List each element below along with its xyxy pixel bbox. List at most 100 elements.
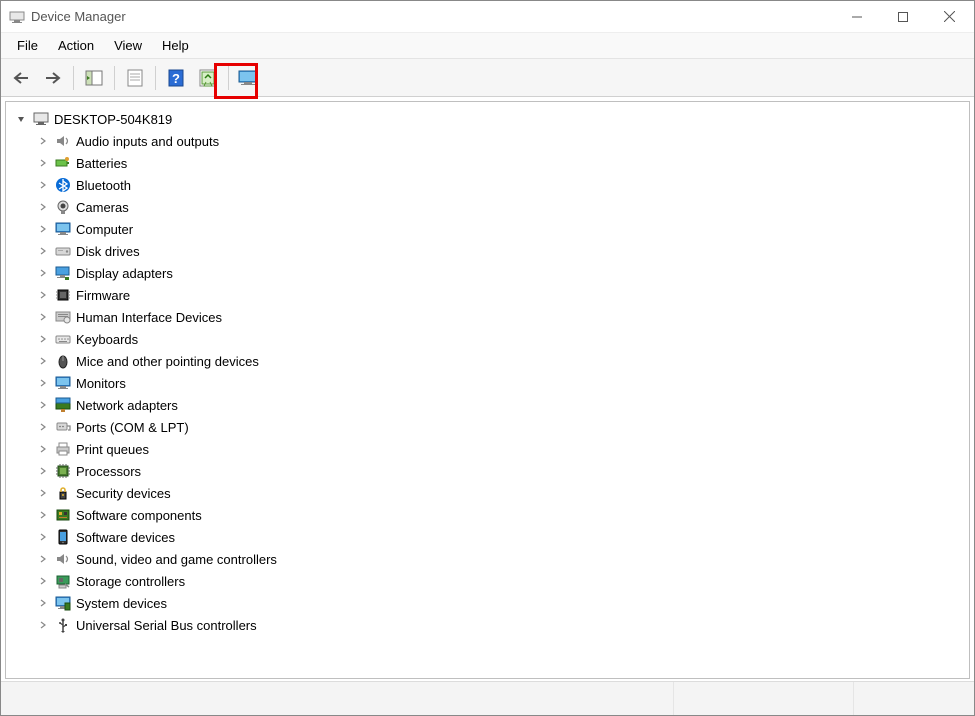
chevron-right-icon[interactable]	[36, 266, 50, 280]
tree-category-label: Mice and other pointing devices	[76, 354, 259, 369]
tree-category[interactable]: Firmware	[10, 284, 965, 306]
toolbar-show-hide-console-tree-button[interactable]	[80, 64, 108, 92]
tree-category[interactable]: Monitors	[10, 372, 965, 394]
speaker-icon	[54, 132, 72, 150]
port-icon	[54, 418, 72, 436]
printer-icon	[54, 440, 72, 458]
tree-category-label: Batteries	[76, 156, 127, 171]
tree-category[interactable]: System devices	[10, 592, 965, 614]
disk-icon	[54, 242, 72, 260]
toolbar-forward-button[interactable]	[39, 64, 67, 92]
tree-category[interactable]: Sound, video and game controllers	[10, 548, 965, 570]
chevron-right-icon[interactable]	[36, 596, 50, 610]
security-icon	[54, 484, 72, 502]
tree-category-label: Monitors	[76, 376, 126, 391]
chevron-right-icon[interactable]	[36, 464, 50, 478]
title-bar: Device Manager	[1, 1, 974, 33]
menu-file[interactable]: File	[7, 36, 48, 55]
tree-category-label: Processors	[76, 464, 141, 479]
chevron-right-icon[interactable]	[36, 244, 50, 258]
toolbar-properties-button[interactable]	[121, 64, 149, 92]
tree-category[interactable]: Print queues	[10, 438, 965, 460]
chevron-right-icon[interactable]	[36, 200, 50, 214]
toolbar-scan-hardware-button[interactable]	[194, 64, 222, 92]
tree-category-label: Display adapters	[76, 266, 173, 281]
chevron-right-icon[interactable]	[36, 398, 50, 412]
menu-action[interactable]: Action	[48, 36, 104, 55]
chevron-right-icon[interactable]	[36, 376, 50, 390]
chevron-right-icon[interactable]	[36, 530, 50, 544]
svg-text:?: ?	[172, 71, 180, 86]
chevron-right-icon[interactable]	[36, 552, 50, 566]
chevron-right-icon[interactable]	[36, 332, 50, 346]
tree-category[interactable]: Batteries	[10, 152, 965, 174]
menu-view[interactable]: View	[104, 36, 152, 55]
tree-category[interactable]: Universal Serial Bus controllers	[10, 614, 965, 636]
tree-category[interactable]: Keyboards	[10, 328, 965, 350]
battery-icon	[54, 154, 72, 172]
chevron-right-icon[interactable]	[36, 178, 50, 192]
usb-icon	[54, 616, 72, 634]
chevron-right-icon[interactable]	[36, 574, 50, 588]
chevron-right-icon[interactable]	[36, 134, 50, 148]
chevron-right-icon[interactable]	[36, 420, 50, 434]
chevron-right-icon[interactable]	[36, 442, 50, 456]
tree-category-label: Cameras	[76, 200, 129, 215]
tree-category[interactable]: Mice and other pointing devices	[10, 350, 965, 372]
sound-icon	[54, 550, 72, 568]
tree-category[interactable]: Storage controllers	[10, 570, 965, 592]
tree-category[interactable]: Cameras	[10, 196, 965, 218]
maximize-button[interactable]	[880, 2, 926, 32]
scan-hardware-icon	[199, 69, 217, 87]
tree-category-label: Print queues	[76, 442, 149, 457]
display-adapter-icon	[54, 264, 72, 282]
chevron-down-icon[interactable]	[14, 112, 28, 126]
tree-category[interactable]: Computer	[10, 218, 965, 240]
tree-category[interactable]: Ports (COM & LPT)	[10, 416, 965, 438]
chevron-right-icon[interactable]	[36, 618, 50, 632]
toolbar-back-button[interactable]	[7, 64, 35, 92]
tree-category[interactable]: Display adapters	[10, 262, 965, 284]
tree-category[interactable]: Disk drives	[10, 240, 965, 262]
monitor-icon	[54, 374, 72, 392]
tree-category[interactable]: Processors	[10, 460, 965, 482]
component-icon	[54, 506, 72, 524]
tree-category[interactable]: Software devices	[10, 526, 965, 548]
tree-category-label: Firmware	[76, 288, 130, 303]
chevron-right-icon[interactable]	[36, 354, 50, 368]
computer-icon	[54, 220, 72, 238]
chevron-right-icon[interactable]	[36, 508, 50, 522]
tree-category[interactable]: Human Interface Devices	[10, 306, 965, 328]
processor-icon	[54, 462, 72, 480]
tree-category[interactable]: Bluetooth	[10, 174, 965, 196]
tree-root[interactable]: DESKTOP-504K819	[10, 108, 965, 130]
chevron-right-icon[interactable]	[36, 156, 50, 170]
toolbar: ?	[1, 59, 974, 97]
tree-category[interactable]: Audio inputs and outputs	[10, 130, 965, 152]
storage-icon	[54, 572, 72, 590]
tree-category-label: Audio inputs and outputs	[76, 134, 219, 149]
bluetooth-icon	[54, 176, 72, 194]
close-button[interactable]	[926, 2, 972, 32]
tree-category[interactable]: Security devices	[10, 482, 965, 504]
chevron-right-icon[interactable]	[36, 222, 50, 236]
show-hide-tree-icon	[85, 70, 103, 86]
chevron-right-icon[interactable]	[36, 486, 50, 500]
tree-category-label: Keyboards	[76, 332, 138, 347]
toolbar-help-button[interactable]: ?	[162, 64, 190, 92]
toolbar-add-legacy-hardware-button[interactable]	[235, 64, 263, 92]
device-tree-panel[interactable]: DESKTOP-504K819 Audio inputs and outputs B…	[5, 101, 970, 679]
tree-root-label: DESKTOP-504K819	[54, 112, 172, 127]
firmware-icon	[54, 286, 72, 304]
chevron-right-icon[interactable]	[36, 288, 50, 302]
menu-help[interactable]: Help	[152, 36, 199, 55]
mouse-icon	[54, 352, 72, 370]
tree-category-label: Storage controllers	[76, 574, 185, 589]
tree-category[interactable]: Network adapters	[10, 394, 965, 416]
tree-category[interactable]: Software components	[10, 504, 965, 526]
back-arrow-icon	[12, 71, 30, 85]
tree-category-label: Sound, video and game controllers	[76, 552, 277, 567]
chevron-right-icon[interactable]	[36, 310, 50, 324]
minimize-button[interactable]	[834, 2, 880, 32]
network-icon	[54, 396, 72, 414]
